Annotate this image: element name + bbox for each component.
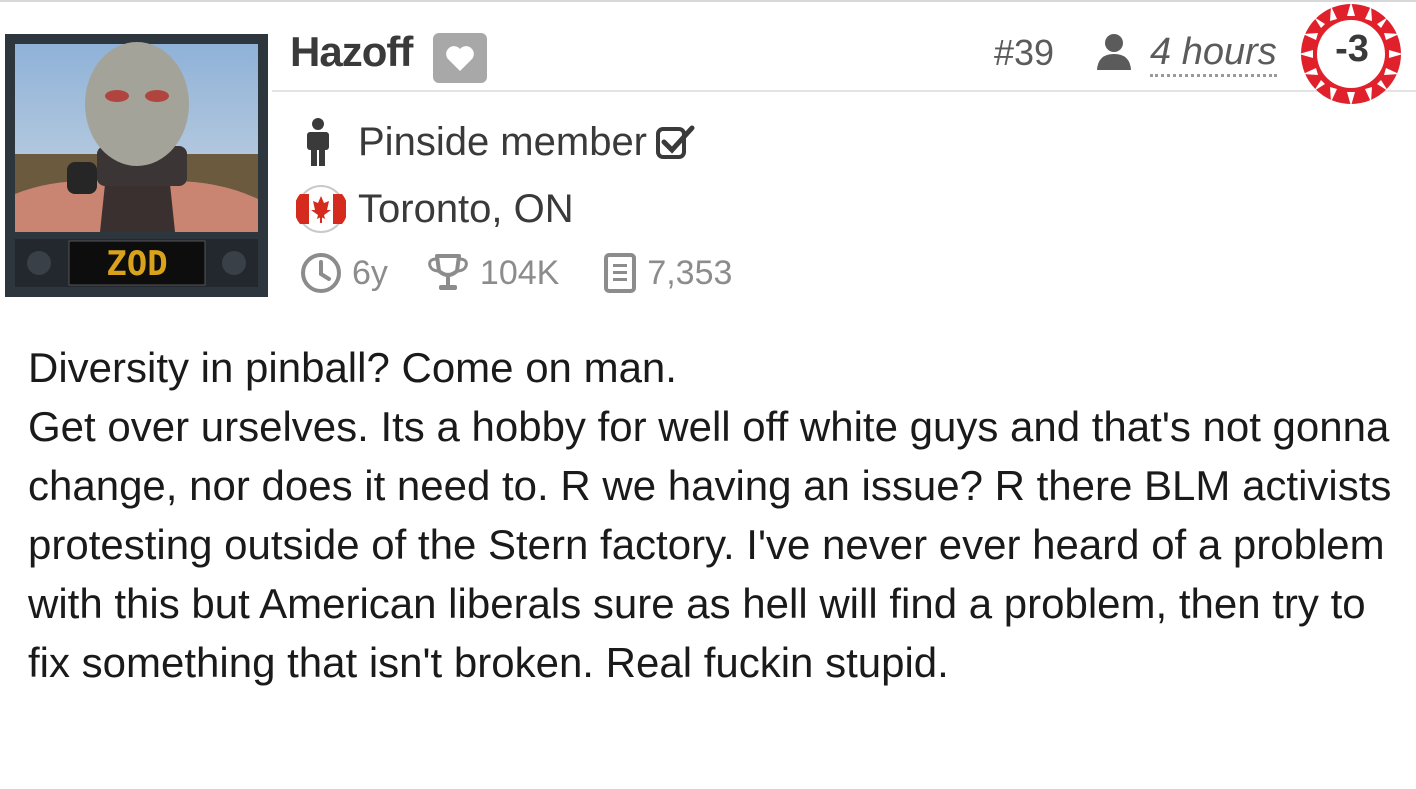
post-body-line: Diversity in pinball? Come on man. [28, 344, 677, 391]
avatar-text: ZOD [106, 244, 167, 284]
checkbox-check-icon [656, 125, 695, 159]
trophy-icon [428, 254, 468, 290]
stat-posts: 7,353 [603, 252, 732, 294]
top-divider [0, 0, 1416, 2]
member-title: Pinside member [358, 119, 648, 164]
username[interactable]: Hazoff [290, 28, 413, 76]
posts-value: 7,353 [647, 253, 733, 292]
member-stats: 6y 104K 7,353 [300, 252, 732, 294]
stat-karma: 104K [426, 253, 559, 293]
member-status: Pinside member [304, 118, 695, 166]
heart-icon [446, 45, 474, 71]
favorite-badge[interactable] [433, 33, 487, 83]
location-text: Toronto, ON [358, 186, 574, 231]
person-icon [307, 118, 329, 166]
canada-flag-icon [296, 185, 346, 233]
member-location: Toronto, ON [296, 184, 574, 234]
post-number[interactable]: #39 [994, 32, 1054, 74]
karma-value: 104K [479, 253, 560, 292]
stat-account-age: 6y [300, 252, 388, 294]
post-time-link[interactable]: 4 hours [1150, 30, 1277, 77]
post-body: Diversity in pinball? Come on man. Get o… [28, 338, 1398, 692]
score-value: -3 [1335, 28, 1369, 70]
user-icon [1094, 32, 1134, 77]
document-icon [604, 253, 637, 293]
avatar[interactable]: ZOD [5, 34, 268, 297]
header-divider [272, 90, 1416, 92]
clock-icon [301, 253, 341, 293]
post-body-line: Get over urselves. Its a hobby for well … [28, 403, 1392, 686]
account-age-value: 6y [352, 253, 388, 292]
